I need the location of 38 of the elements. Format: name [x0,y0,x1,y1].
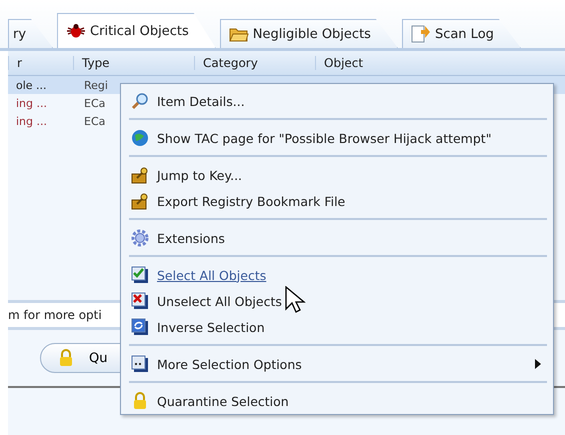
bug-icon [66,23,86,39]
mouse-cursor-icon [285,286,307,316]
lock-icon [59,349,73,367]
menu-item[interactable]: More Selection Options [121,351,553,377]
key-box-icon [131,166,149,184]
column-header[interactable]: Type [73,56,194,70]
table-cell-text: ing ... [15,96,48,110]
tab[interactable]: ry [8,19,54,48]
lock-icon [131,392,149,410]
menu-item[interactable]: Show TAC page for "Possible Browser Hijack attempt" [121,125,553,151]
cross-box-icon [131,292,149,310]
column-header[interactable]: Object [315,56,524,70]
log-icon [410,25,431,43]
window-icon [131,355,149,373]
tab[interactable]: Critical Objects [57,13,216,48]
checkbox-icon [131,266,149,284]
menu-item[interactable]: Quarantine Selection [121,388,553,414]
magnifier-icon [131,92,149,110]
submenu-arrow-icon [535,359,541,369]
tab[interactable]: Scan Log [402,19,521,48]
folder-icon [228,26,249,42]
table-cell-text: ECa [83,96,106,110]
table-cell-text: ECa [83,114,106,128]
column-header[interactable]: Category [194,56,315,70]
gear-icon [131,229,149,247]
column-header[interactable]: r [8,56,73,70]
menu-item[interactable]: Select All Objects [121,262,553,288]
table-cell-text: ing ... [15,114,48,128]
table-cell-text: ole ... [15,78,48,92]
tab[interactable]: Negligible Objects [220,19,398,48]
menu-item[interactable]: Extensions [121,225,553,251]
key-box-icon [131,192,149,210]
menu-item[interactable]: Export Registry Bookmark File [121,188,553,214]
refresh-box-icon [131,318,149,336]
globe-icon [131,129,149,147]
table-cell-text: Regi [83,78,108,92]
menu-item[interactable]: Item Details... [121,88,553,114]
menu-item[interactable]: Jump to Key... [121,162,553,188]
